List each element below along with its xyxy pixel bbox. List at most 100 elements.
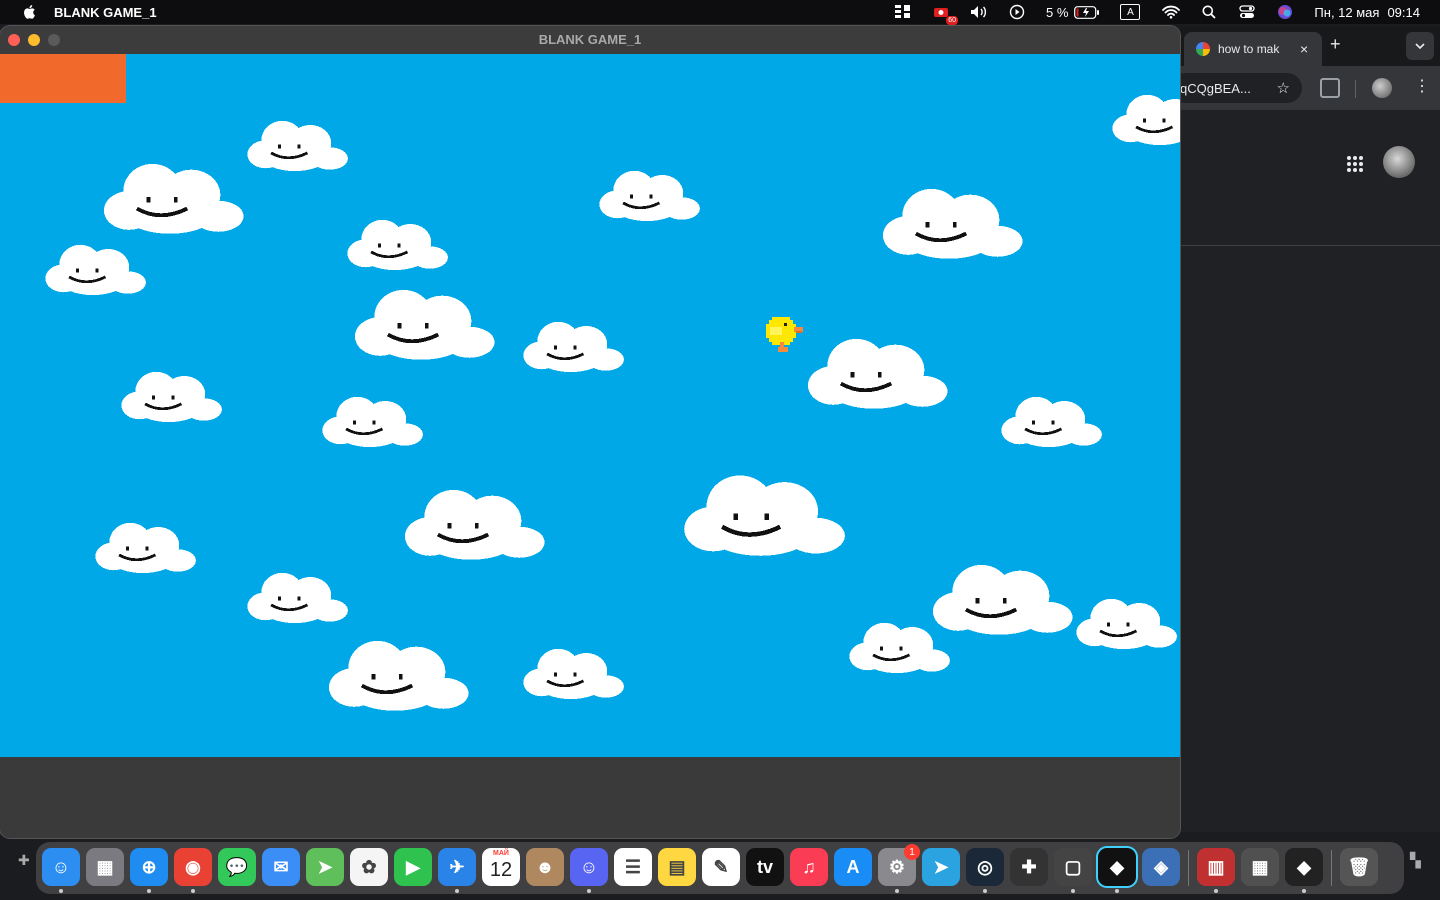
cloud-eye xyxy=(145,546,149,551)
cloud-eye xyxy=(1106,622,1110,627)
browser-menu-icon[interactable]: ⋮ xyxy=(1414,76,1430,96)
dock-freeform-icon[interactable]: ✎ xyxy=(702,848,740,886)
twitch-glyph: ▢ xyxy=(1064,856,1082,877)
dock-calculator-icon[interactable]: ▦ xyxy=(1241,848,1279,886)
running-indicator xyxy=(455,889,459,893)
cloud-eye xyxy=(352,420,356,425)
smiling-cloud xyxy=(405,490,545,560)
cloud-eye xyxy=(553,345,557,350)
siri-icon[interactable] xyxy=(1276,5,1294,19)
extensions-icon[interactable] xyxy=(1320,78,1340,98)
bird-player xyxy=(766,317,803,352)
dock-system-settings-icon[interactable]: ⚙ 1 xyxy=(878,844,920,893)
menu-date[interactable]: Пн, 12 мая xyxy=(1314,5,1379,20)
running-indicator xyxy=(147,889,151,893)
cloud-eye xyxy=(975,598,980,604)
now-playing-icon[interactable] xyxy=(1008,4,1026,20)
dock-mail-icon[interactable]: ✉ xyxy=(262,848,300,886)
spotlight-search-icon[interactable] xyxy=(1200,5,1218,19)
dock-chrome-icon[interactable]: ◉ xyxy=(174,848,212,893)
steam-glyph: ◎ xyxy=(977,856,993,877)
google-apps-icon[interactable] xyxy=(1346,155,1364,173)
freeform-glyph: ✎ xyxy=(713,856,729,877)
dock-reminders-icon[interactable]: ☰ xyxy=(614,848,652,886)
notes-glyph: ▤ xyxy=(668,856,686,877)
dock-separator xyxy=(1188,850,1189,886)
dock-safari-icon[interactable]: ⊕ xyxy=(130,848,168,893)
widgets-icon[interactable] xyxy=(894,5,912,19)
dock-calendar-icon[interactable]: МАЙ 12 xyxy=(482,848,520,886)
new-tab-button[interactable]: + xyxy=(1330,34,1341,55)
smiling-cloud xyxy=(355,290,495,360)
dock-archiver-icon[interactable]: ▥ xyxy=(1197,848,1235,893)
dock-launchpad-icon[interactable]: ▦ xyxy=(86,848,124,886)
dock-discord-icon[interactable]: ☺ xyxy=(570,848,608,893)
settings-badge: 1 xyxy=(904,844,920,860)
tab-strip: how to mak × + xyxy=(1180,26,1440,66)
godot-glyph: ◆ xyxy=(1110,856,1124,877)
page-divider xyxy=(1180,245,1440,246)
battery-percent: 5 % xyxy=(1046,4,1069,20)
cloud-eye xyxy=(573,672,577,677)
dock-messages-icon[interactable]: 💬 xyxy=(218,848,256,886)
dock-telegram-icon[interactable]: ➤ xyxy=(922,848,960,886)
dock-photos-icon[interactable]: ✿ xyxy=(350,848,388,886)
address-bar[interactable]: qCQgBEA... ☆ xyxy=(1170,73,1302,103)
dock-finder-icon[interactable]: ☺ xyxy=(42,848,80,893)
menu-bar: BLANK GAME_1 60 5 % A Пн, 12 мая 09:14 xyxy=(0,0,1440,25)
dock-app-store-icon[interactable]: A xyxy=(834,848,872,886)
apple-menu-icon[interactable] xyxy=(22,4,36,20)
dock-pixel-app-icon[interactable]: ✚ xyxy=(1010,848,1048,886)
dock-music-icon[interactable]: ♫ xyxy=(790,848,828,886)
dock-blender-icon[interactable]: ◈ xyxy=(1142,848,1180,886)
dock-facetime-icon[interactable]: ▶ xyxy=(394,848,432,886)
smiling-cloud xyxy=(849,622,950,674)
dock-steam-icon[interactable]: ◎ xyxy=(966,848,1004,893)
calendar-month: МАЙ xyxy=(493,850,509,857)
dock-godot-icon[interactable]: ◆ xyxy=(1098,848,1136,893)
profile-avatar[interactable] xyxy=(1372,78,1392,98)
bookmark-star-icon[interactable]: ☆ xyxy=(1277,79,1290,97)
dock-contacts-icon[interactable]: ☻ xyxy=(526,848,564,886)
cloud-eye xyxy=(764,513,770,521)
running-indicator xyxy=(1115,889,1119,893)
smiling-cloud xyxy=(808,339,948,409)
browser-tab[interactable]: how to mak × xyxy=(1184,32,1322,66)
cloud-eye xyxy=(371,674,376,680)
smiling-cloud xyxy=(247,120,348,172)
running-indicator xyxy=(587,889,591,893)
control-center-icon[interactable] xyxy=(1238,5,1256,19)
status-area: 60 5 % A Пн, 12 мая 09:14 xyxy=(894,0,1440,25)
cloud-eye xyxy=(1031,420,1035,425)
dock-testflight-icon[interactable]: ✈ xyxy=(438,848,476,893)
cloud-eye xyxy=(277,144,281,149)
tab-search-button[interactable] xyxy=(1406,32,1434,60)
smiling-cloud xyxy=(523,321,624,373)
cloud-eye xyxy=(125,546,129,551)
dock-right-edge-icon: ▚ xyxy=(1410,852,1421,868)
dock-godot-2-icon[interactable]: ◆ xyxy=(1285,848,1323,893)
active-app-name[interactable]: BLANK GAME_1 xyxy=(54,5,157,20)
keyboard-layout-indicator[interactable]: A xyxy=(1120,4,1141,20)
wifi-icon[interactable] xyxy=(1162,5,1181,19)
game-canvas[interactable] xyxy=(0,54,1180,757)
account-avatar[interactable] xyxy=(1383,146,1415,178)
menu-time[interactable]: 09:14 xyxy=(1387,5,1420,20)
cloud-eye xyxy=(174,197,178,203)
window-titlebar[interactable]: BLANK GAME_1 xyxy=(0,26,1180,54)
apple-tv-glyph: tv xyxy=(756,856,773,877)
address-bar-url[interactable]: qCQgBEA... xyxy=(1180,81,1251,96)
pixel-app-glyph: ✚ xyxy=(1021,856,1037,877)
dock-trash-icon[interactable]: 🗑 xyxy=(1340,848,1378,886)
close-tab-icon[interactable]: × xyxy=(1300,41,1308,57)
volume-icon[interactable] xyxy=(970,5,988,19)
dock-separator xyxy=(1331,850,1332,886)
battery-charging-icon[interactable] xyxy=(1074,5,1100,19)
smiling-cloud xyxy=(523,648,624,700)
dock-maps-icon[interactable]: ➤ xyxy=(306,848,344,886)
smiling-cloud xyxy=(45,244,146,296)
dock-twitch-icon[interactable]: ▢ xyxy=(1054,848,1092,893)
dock-apple-tv-icon[interactable]: tv xyxy=(746,848,784,886)
dock-notes-icon[interactable]: ▤ xyxy=(658,848,696,886)
screen-record-icon[interactable]: 60 xyxy=(932,5,959,25)
